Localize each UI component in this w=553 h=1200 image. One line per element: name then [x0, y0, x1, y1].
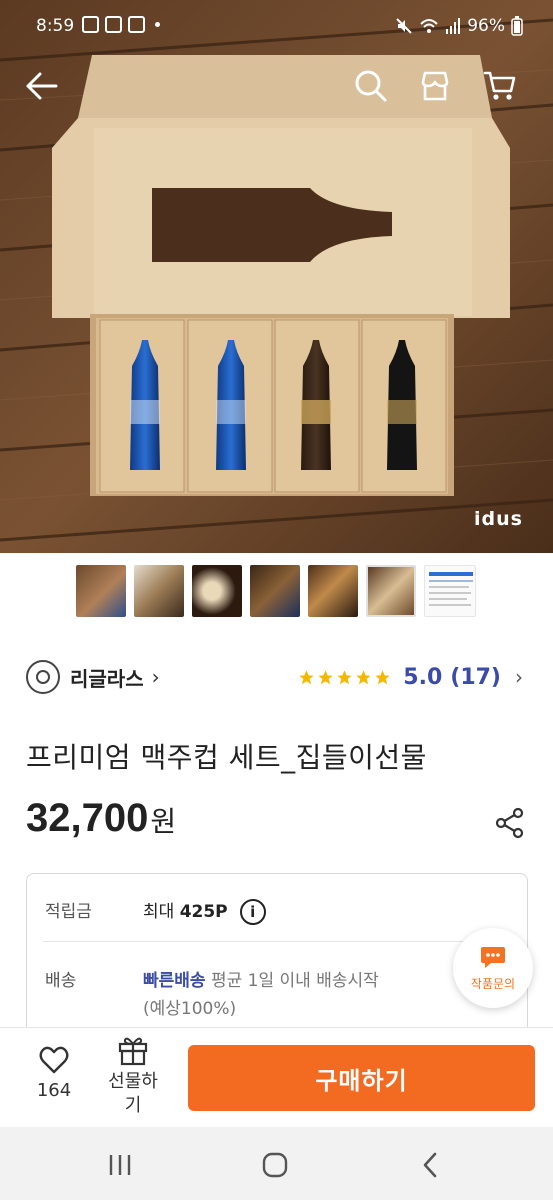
b-notification-icon	[128, 16, 145, 33]
inquiry-label: 작품문의	[470, 976, 516, 991]
thumbnail-5[interactable]	[308, 565, 358, 617]
points-prefix: 최대	[143, 902, 180, 922]
battery-level: 96%	[467, 16, 505, 36]
star-icon	[299, 669, 314, 684]
status-right: 96%	[395, 16, 523, 36]
idus-watermark: idus	[474, 508, 523, 530]
info-icon[interactable]: i	[239, 899, 266, 925]
battery-icon	[511, 16, 523, 36]
shipping-label: 배송	[45, 971, 77, 991]
points-label: 적립금	[45, 902, 92, 922]
home-button[interactable]	[255, 1145, 295, 1185]
notification-icons	[82, 16, 160, 33]
thumbnail-2[interactable]	[134, 565, 184, 617]
top-navigation	[0, 56, 553, 116]
home-icon	[262, 1152, 288, 1178]
thumbnail-chart-image	[429, 572, 473, 606]
app-notification-icon	[105, 16, 122, 33]
seller-name: 리글라스	[70, 666, 144, 691]
like-count: 164	[36, 1080, 72, 1101]
gift-icon	[118, 1037, 148, 1066]
purchase-bar: 164 선물하기 구매하기	[0, 1027, 553, 1127]
product-hero-image[interactable]: 8:59 96% idus	[0, 0, 553, 553]
store-icon	[421, 71, 449, 101]
points-value: 최대 425P i	[143, 897, 266, 925]
product-title: 프리미엄 맥주컵 세트_집들이선물	[26, 741, 427, 774]
status-bar: 8:59 96%	[0, 0, 553, 56]
thumbnail-6[interactable]	[366, 565, 416, 617]
heart-icon	[39, 1046, 69, 1074]
price-currency: 원	[150, 805, 177, 838]
gallery-notification-icon	[82, 16, 99, 33]
back-button[interactable]	[20, 64, 64, 108]
product-price: 32,700	[26, 796, 149, 840]
star-icon	[318, 669, 333, 684]
thumbnail-strip	[76, 565, 476, 619]
share-icon	[495, 807, 524, 839]
chevron-left-icon	[423, 1152, 437, 1178]
recents-icon	[109, 1155, 131, 1175]
shipping-estimate-note: (예상100%)	[143, 999, 237, 1019]
chevron-right-icon: ›	[515, 665, 523, 689]
cart-button[interactable]	[478, 64, 522, 108]
signal-icon	[446, 18, 461, 34]
rating-summary[interactable]: 5.0 (17) ›	[298, 660, 523, 694]
search-icon	[355, 70, 387, 102]
rating-score: 5.0	[403, 664, 443, 690]
android-navigation-bar	[0, 1127, 553, 1200]
status-time: 8:59	[36, 16, 75, 36]
shop-home-button[interactable]	[413, 64, 457, 108]
seller-avatar	[26, 660, 60, 694]
more-notifications-dot	[155, 22, 160, 27]
thumbnail-1[interactable]	[76, 565, 126, 617]
like-button[interactable]: 164	[26, 1046, 82, 1116]
star-rating	[298, 669, 391, 686]
system-back-button[interactable]	[410, 1145, 450, 1185]
cart-icon	[483, 71, 516, 100]
star-icon	[356, 669, 371, 684]
seller-logo-mark	[36, 670, 50, 684]
chat-bubble-icon	[481, 946, 505, 968]
review-count: (17)	[450, 664, 501, 690]
chevron-right-icon: ›	[151, 665, 160, 689]
share-button[interactable]	[490, 803, 530, 843]
seller-link[interactable]: 리글라스 ›	[26, 660, 160, 694]
fast-shipping-tag: 빠른배송	[143, 971, 206, 991]
recents-button[interactable]	[100, 1145, 140, 1185]
thumbnail-7[interactable]	[424, 565, 476, 617]
points-amount: 425P	[179, 902, 228, 922]
search-button[interactable]	[349, 64, 393, 108]
mute-icon	[396, 18, 412, 34]
buy-button[interactable]: 구매하기	[188, 1045, 535, 1111]
gift-button[interactable]: 선물하기	[98, 1034, 168, 1126]
arrow-left-icon	[26, 72, 58, 100]
thumbnail-3[interactable]	[192, 565, 242, 617]
price-row: 32,700 원	[26, 796, 176, 841]
wifi-icon	[420, 19, 438, 33]
thumbnail-4[interactable]	[250, 565, 300, 617]
info-divider	[43, 941, 511, 942]
star-icon	[337, 669, 352, 684]
shipping-description: 평균 1일 이내 배송시작	[205, 971, 379, 991]
gift-label: 선물하기	[108, 1071, 158, 1116]
product-inquiry-button[interactable]: 작품문의	[453, 928, 533, 1008]
shipping-value: 빠른배송 평균 1일 이내 배송시작	[143, 966, 379, 991]
star-icon	[375, 669, 390, 684]
